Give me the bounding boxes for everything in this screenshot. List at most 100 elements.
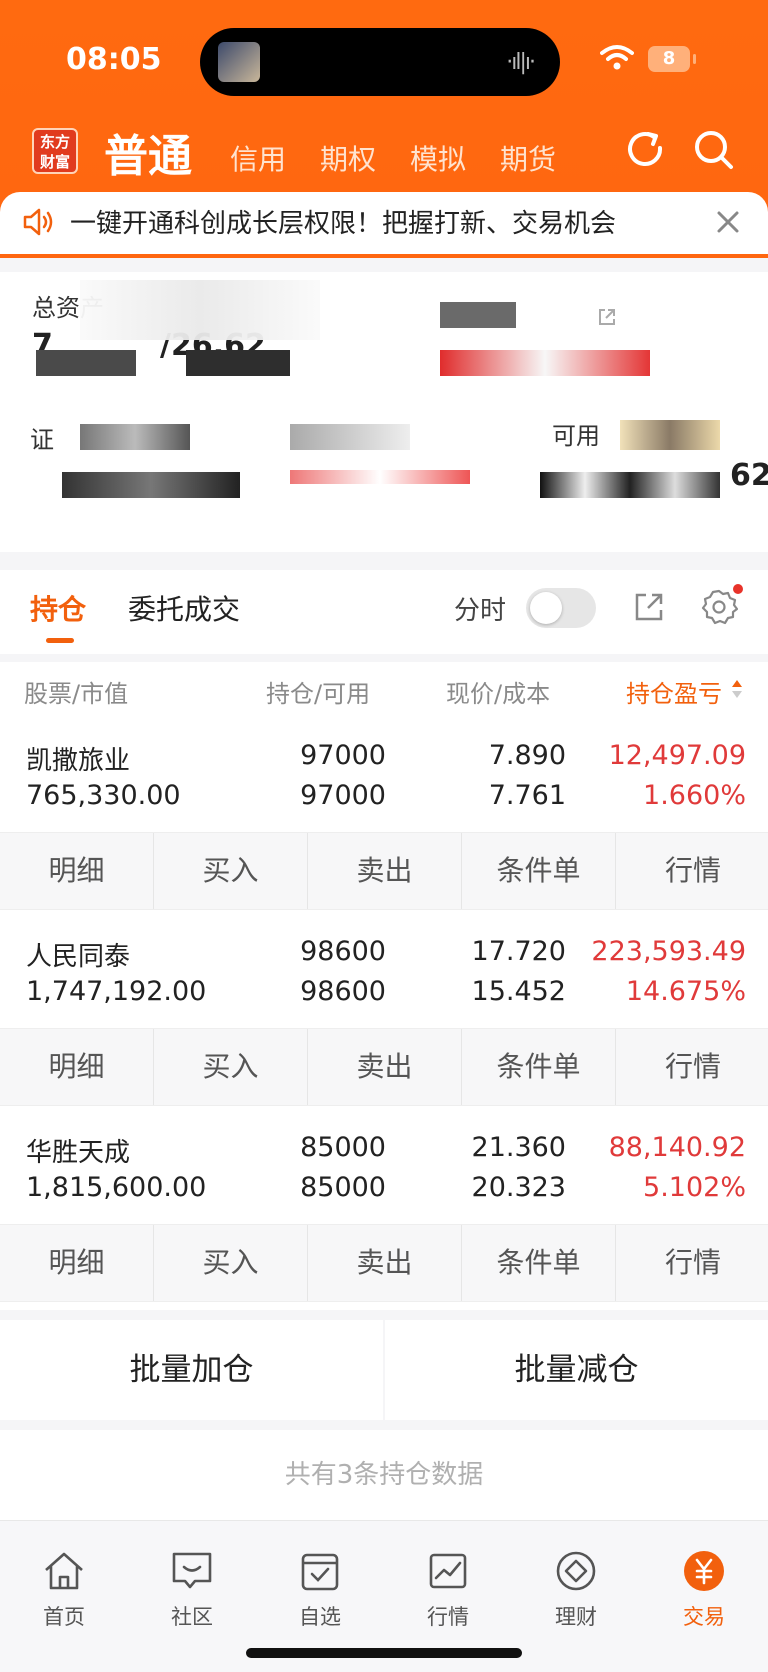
batch-reduce-button[interactable]: 批量减仓 bbox=[385, 1320, 768, 1420]
intraday-toggle[interactable] bbox=[526, 588, 596, 628]
quote-button[interactable]: 行情 bbox=[616, 1225, 768, 1301]
nav-wealth[interactable]: 理财 bbox=[512, 1549, 640, 1631]
stock-name: 华胜天成 bbox=[26, 1138, 131, 1168]
nav-community-label: 社区 bbox=[171, 1605, 213, 1629]
active-tab-indicator bbox=[46, 638, 74, 643]
gear-icon[interactable] bbox=[700, 588, 738, 626]
nav-wealth-label: 理财 bbox=[555, 1605, 597, 1629]
row-actions: 明细 买入 卖出 条件单 行情 bbox=[0, 1028, 768, 1106]
col-header-holding[interactable]: 持仓/可用 bbox=[266, 674, 370, 709]
buy-button[interactable]: 买入 bbox=[154, 833, 308, 909]
col-cost-label: 成本 bbox=[502, 680, 551, 708]
market-value: 1,815,600.00 bbox=[26, 1172, 207, 1203]
app-logo: 东方 财富 bbox=[32, 128, 78, 174]
col-header-stock[interactable]: 股票/市值 bbox=[24, 674, 128, 709]
share-icon[interactable] bbox=[632, 590, 666, 624]
refresh-icon[interactable] bbox=[624, 128, 668, 172]
batch-add-button[interactable]: 批量加仓 bbox=[0, 1320, 383, 1420]
privacy-mosaic bbox=[440, 350, 650, 376]
market-value: 1,747,192.00 bbox=[26, 976, 207, 1007]
toggle-knob bbox=[530, 592, 562, 624]
privacy-mosaic bbox=[80, 280, 320, 340]
cost-price: 20.323 bbox=[471, 1172, 566, 1203]
col-market-value-label: 市值 bbox=[80, 680, 129, 708]
nav-home[interactable]: 首页 bbox=[0, 1549, 128, 1631]
quote-button[interactable]: 行情 bbox=[616, 1029, 768, 1105]
holding-qty: 85000 bbox=[300, 1132, 386, 1163]
wealth-icon bbox=[556, 1551, 596, 1591]
nav-watchlist[interactable]: 自选 bbox=[256, 1549, 384, 1631]
nav-trade[interactable]: 交易 bbox=[640, 1549, 768, 1631]
privacy-mosaic bbox=[290, 470, 470, 484]
position-row[interactable]: 华胜天成 1,815,600.00 85000 85000 21.360 20.… bbox=[0, 1114, 768, 1224]
sell-button[interactable]: 卖出 bbox=[308, 1029, 462, 1105]
available-value-end: 62 bbox=[730, 458, 768, 493]
asset-summary-card[interactable]: 总资产 7 /26.62 证 可用 62 bbox=[0, 272, 768, 552]
nav-home-label: 首页 bbox=[43, 1605, 85, 1629]
conditional-order-button[interactable]: 条件单 bbox=[462, 833, 616, 909]
tab-holdings[interactable]: 持仓 bbox=[30, 588, 86, 628]
available-qty: 85000 bbox=[300, 1172, 386, 1203]
detail-button[interactable]: 明细 bbox=[0, 1225, 154, 1301]
position-pnl: 88,140.92 bbox=[608, 1132, 746, 1163]
privacy-mosaic bbox=[62, 472, 240, 498]
notice-banner[interactable]: 一键开通科创成长层权限！把握打新、交易机会 bbox=[0, 192, 768, 254]
position-row[interactable]: 人民同泰 1,747,192.00 98600 98600 17.720 15.… bbox=[0, 918, 768, 1028]
home-indicator[interactable] bbox=[246, 1648, 522, 1658]
buy-button[interactable]: 买入 bbox=[154, 1225, 308, 1301]
privacy-mosaic bbox=[290, 424, 410, 450]
audio-wave-icon: ·ıl|ı· bbox=[506, 50, 536, 75]
cost-price: 15.452 bbox=[471, 976, 566, 1007]
dynamic-island: ·ıl|ı· bbox=[200, 28, 560, 96]
current-price: 17.720 bbox=[471, 936, 566, 967]
conditional-order-button[interactable]: 条件单 bbox=[462, 1029, 616, 1105]
home-icon bbox=[45, 1552, 83, 1590]
tab-simulation[interactable]: 模拟 bbox=[410, 138, 466, 178]
available-label: 可用 bbox=[552, 422, 600, 450]
watchlist-icon bbox=[301, 1553, 339, 1591]
holding-qty: 98600 bbox=[300, 936, 386, 967]
buy-button[interactable]: 买入 bbox=[154, 1029, 308, 1105]
sort-icon[interactable] bbox=[730, 676, 744, 702]
col-header-price[interactable]: 现价/成本 bbox=[446, 674, 550, 709]
available-qty: 97000 bbox=[300, 780, 386, 811]
logo-text-bottom: 财富 bbox=[39, 153, 70, 171]
col-price-label: 现价 bbox=[446, 680, 494, 708]
position-pnl: 223,593.49 bbox=[591, 936, 746, 967]
tab-orders[interactable]: 委托成交 bbox=[128, 588, 240, 628]
search-icon[interactable] bbox=[692, 128, 736, 172]
positions-count: 共有3条持仓数据 bbox=[0, 1430, 768, 1520]
position-pnl-pct: 1.660% bbox=[643, 780, 746, 811]
stock-name: 人民同泰 bbox=[26, 942, 131, 972]
privacy-mosaic bbox=[36, 350, 136, 376]
notice-text: 一键开通科创成长层权限！把握打新、交易机会 bbox=[70, 209, 617, 239]
col-header-pnl[interactable]: 持仓盈亏 bbox=[626, 674, 722, 709]
nav-market[interactable]: 行情 bbox=[384, 1549, 512, 1631]
tab-normal[interactable]: 普通 bbox=[104, 120, 192, 184]
position-pnl: 12,497.09 bbox=[608, 740, 746, 771]
position-pnl-pct: 14.675% bbox=[625, 976, 746, 1007]
detail-button[interactable]: 明细 bbox=[0, 1029, 154, 1105]
privacy-mosaic bbox=[540, 472, 720, 498]
speaker-icon bbox=[23, 208, 53, 236]
tab-options[interactable]: 期权 bbox=[320, 138, 376, 178]
detail-button[interactable]: 明细 bbox=[0, 833, 154, 909]
stock-name: 凯撒旅业 bbox=[26, 746, 131, 776]
tab-futures[interactable]: 期货 bbox=[500, 138, 556, 178]
tab-credit[interactable]: 信用 bbox=[230, 138, 286, 178]
sell-button[interactable]: 卖出 bbox=[308, 833, 462, 909]
market-chart-icon bbox=[429, 1553, 467, 1589]
privacy-mosaic bbox=[186, 350, 290, 376]
current-price: 7.890 bbox=[488, 740, 566, 771]
close-icon[interactable] bbox=[714, 208, 742, 236]
sell-button[interactable]: 卖出 bbox=[308, 1225, 462, 1301]
conditional-order-button[interactable]: 条件单 bbox=[462, 1225, 616, 1301]
position-row[interactable]: 凯撒旅业 765,330.00 97000 97000 7.890 7.761 … bbox=[0, 722, 768, 832]
external-link-icon[interactable] bbox=[596, 306, 618, 328]
securities-label: 证 bbox=[30, 426, 54, 454]
quote-button[interactable]: 行情 bbox=[616, 833, 768, 909]
position-pnl-pct: 5.102% bbox=[643, 1172, 746, 1203]
nav-community[interactable]: 社区 bbox=[128, 1549, 256, 1631]
nav-watchlist-label: 自选 bbox=[299, 1605, 341, 1629]
privacy-mosaic bbox=[620, 420, 720, 450]
